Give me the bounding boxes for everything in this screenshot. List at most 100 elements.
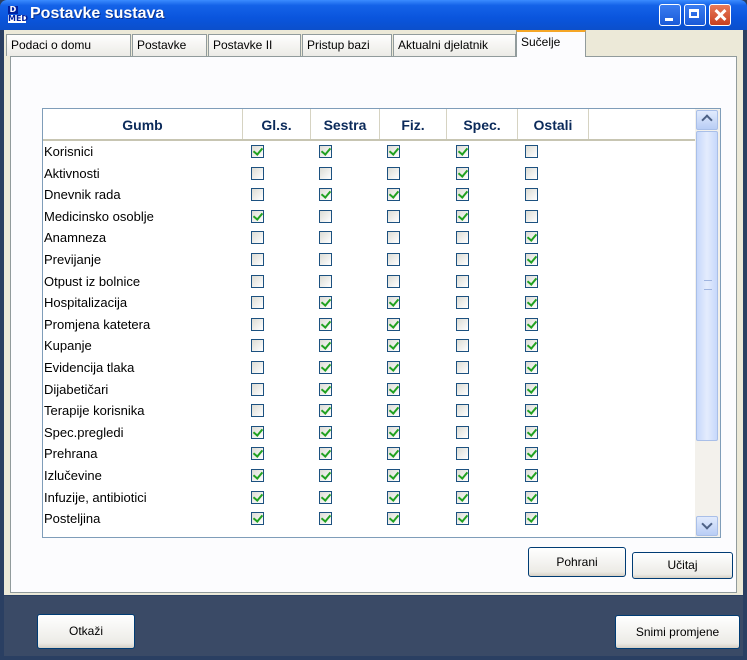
permission-checkbox[interactable] <box>456 296 469 310</box>
permission-checkbox[interactable] <box>387 274 400 288</box>
permission-checkbox[interactable] <box>319 252 332 266</box>
permission-checkbox[interactable] <box>387 145 400 158</box>
permission-checkbox[interactable] <box>525 231 538 245</box>
permission-checkbox[interactable] <box>525 360 538 374</box>
column-header-ostali[interactable]: Ostali <box>518 109 589 139</box>
permission-checkbox[interactable] <box>251 231 264 245</box>
permission-checkbox[interactable] <box>525 166 538 180</box>
permission-checkbox[interactable] <box>456 166 469 180</box>
minimize-icon[interactable] <box>659 4 681 26</box>
permission-checkbox[interactable] <box>319 296 332 310</box>
permission-checkbox[interactable] <box>251 296 264 310</box>
permission-checkbox[interactable] <box>387 512 400 526</box>
permission-checkbox[interactable] <box>319 512 332 526</box>
permission-checkbox[interactable] <box>456 274 469 288</box>
permission-checkbox[interactable] <box>387 382 400 396</box>
permission-checkbox[interactable] <box>525 512 538 526</box>
permission-checkbox[interactable] <box>456 209 469 223</box>
permission-checkbox[interactable] <box>251 447 264 461</box>
permission-checkbox[interactable] <box>251 209 264 223</box>
permission-checkbox[interactable] <box>319 317 332 331</box>
permission-checkbox[interactable] <box>456 468 469 482</box>
permission-checkbox[interactable] <box>251 339 264 353</box>
permission-checkbox[interactable] <box>387 339 400 353</box>
title-bar[interactable]: D MED Postavke sustava <box>0 0 747 30</box>
tab-sucelje[interactable]: Sučelje <box>516 30 586 57</box>
permission-checkbox[interactable] <box>319 468 332 482</box>
permission-checkbox[interactable] <box>319 166 332 180</box>
permission-checkbox[interactable] <box>525 188 538 202</box>
permission-checkbox[interactable] <box>319 339 332 353</box>
apply-changes-button[interactable]: Snimi promjene <box>615 615 740 649</box>
permission-checkbox[interactable] <box>456 382 469 396</box>
permission-checkbox[interactable] <box>251 317 264 331</box>
tab-pristup-bazi[interactable]: Pristup bazi <box>302 34 392 56</box>
permission-checkbox[interactable] <box>525 145 538 158</box>
permission-checkbox[interactable] <box>525 317 538 331</box>
permission-checkbox[interactable] <box>456 339 469 353</box>
permission-checkbox[interactable] <box>319 188 332 202</box>
permission-checkbox[interactable] <box>525 490 538 504</box>
permission-checkbox[interactable] <box>387 404 400 418</box>
permission-checkbox[interactable] <box>456 404 469 418</box>
permission-checkbox[interactable] <box>456 447 469 461</box>
permission-checkbox[interactable] <box>456 188 469 202</box>
permission-checkbox[interactable] <box>251 145 264 158</box>
permission-checkbox[interactable] <box>387 188 400 202</box>
permission-checkbox[interactable] <box>387 468 400 482</box>
scroll-up-icon[interactable] <box>696 110 718 130</box>
permission-checkbox[interactable] <box>387 317 400 331</box>
permission-checkbox[interactable] <box>319 490 332 504</box>
permission-checkbox[interactable] <box>525 339 538 353</box>
permission-checkbox[interactable] <box>387 360 400 374</box>
permission-checkbox[interactable] <box>251 252 264 266</box>
permission-checkbox[interactable] <box>319 447 332 461</box>
column-header-gumb[interactable]: Gumb <box>43 109 243 139</box>
permission-checkbox[interactable] <box>456 360 469 374</box>
column-header-sestra[interactable]: Sestra <box>311 109 380 139</box>
close-icon[interactable] <box>709 4 731 26</box>
permission-checkbox[interactable] <box>319 382 332 396</box>
permission-checkbox[interactable] <box>387 490 400 504</box>
tab-podaci-o-domu[interactable]: Podaci o domu <box>6 34 131 56</box>
permission-checkbox[interactable] <box>525 425 538 439</box>
permission-checkbox[interactable] <box>319 404 332 418</box>
permission-checkbox[interactable] <box>456 145 469 158</box>
permission-checkbox[interactable] <box>319 274 332 288</box>
permission-checkbox[interactable] <box>319 360 332 374</box>
save-button[interactable]: Pohrani <box>528 547 626 577</box>
permission-checkbox[interactable] <box>319 425 332 439</box>
permission-checkbox[interactable] <box>251 188 264 202</box>
scroll-thumb[interactable] <box>696 131 718 441</box>
permission-checkbox[interactable] <box>456 317 469 331</box>
permission-checkbox[interactable] <box>525 252 538 266</box>
permission-checkbox[interactable] <box>456 512 469 526</box>
permission-checkbox[interactable] <box>456 425 469 439</box>
permission-checkbox[interactable] <box>525 468 538 482</box>
permission-checkbox[interactable] <box>251 360 264 374</box>
permission-checkbox[interactable] <box>251 468 264 482</box>
permission-checkbox[interactable] <box>525 404 538 418</box>
permission-checkbox[interactable] <box>251 404 264 418</box>
tab-aktualni-djelatnik[interactable]: Aktualni djelatnik <box>393 34 516 56</box>
permission-checkbox[interactable] <box>387 166 400 180</box>
permission-checkbox[interactable] <box>456 252 469 266</box>
maximize-icon[interactable] <box>684 4 706 26</box>
permission-checkbox[interactable] <box>525 382 538 396</box>
permission-checkbox[interactable] <box>456 490 469 504</box>
permission-checkbox[interactable] <box>387 296 400 310</box>
permission-checkbox[interactable] <box>251 382 264 396</box>
permission-checkbox[interactable] <box>251 166 264 180</box>
permission-checkbox[interactable] <box>319 231 332 245</box>
permission-checkbox[interactable] <box>387 447 400 461</box>
permission-checkbox[interactable] <box>251 425 264 439</box>
permission-checkbox[interactable] <box>251 274 264 288</box>
permission-checkbox[interactable] <box>525 209 538 223</box>
permission-checkbox[interactable] <box>456 231 469 245</box>
permission-checkbox[interactable] <box>319 145 332 158</box>
permission-checkbox[interactable] <box>387 425 400 439</box>
permission-checkbox[interactable] <box>525 447 538 461</box>
permission-checkbox[interactable] <box>251 490 264 504</box>
vertical-scrollbar[interactable] <box>695 109 720 537</box>
permission-checkbox[interactable] <box>251 512 264 526</box>
